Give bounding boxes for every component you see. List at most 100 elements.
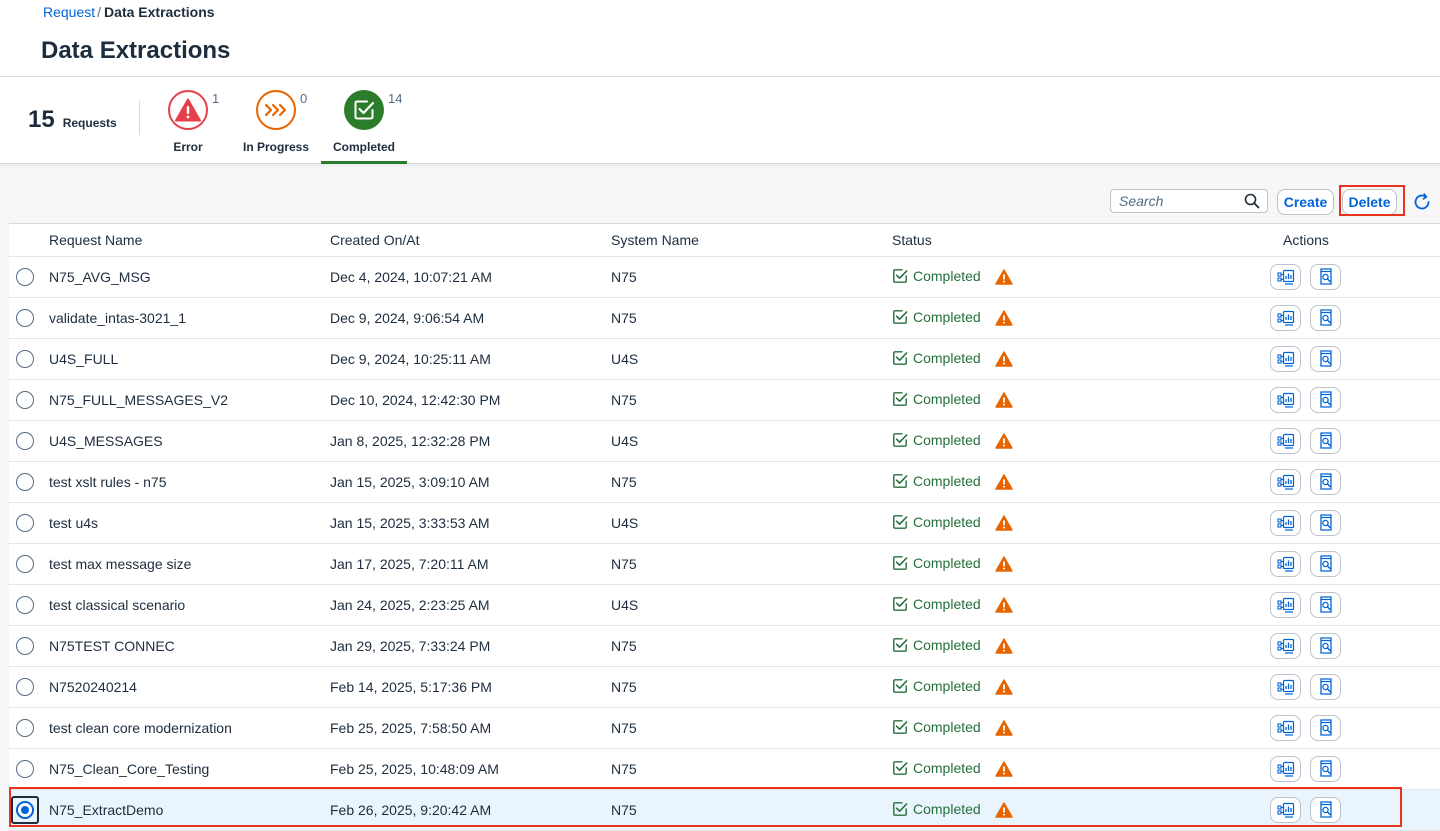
row-select-radio[interactable] (16, 473, 34, 491)
view-analytics-button[interactable] (1270, 346, 1301, 372)
column-header-request-name[interactable]: Request Name (49, 232, 142, 248)
view-analytics-button[interactable] (1270, 551, 1301, 577)
delete-button[interactable]: Delete (1342, 189, 1397, 215)
row-select-radio[interactable] (16, 391, 34, 409)
view-analytics-button[interactable] (1270, 797, 1301, 823)
table-row[interactable]: test classical scenario Jan 24, 2025, 2:… (9, 585, 1440, 626)
warning-icon[interactable] (995, 474, 1013, 490)
column-header-system-name[interactable]: System Name (611, 232, 699, 248)
cell-status: Completed (892, 350, 981, 366)
view-analytics-button[interactable] (1270, 633, 1301, 659)
create-button[interactable]: Create (1277, 189, 1334, 215)
table-row[interactable]: test max message size Jan 17, 2025, 7:20… (9, 544, 1440, 585)
view-details-button[interactable] (1310, 264, 1341, 290)
requests-table: Create Delete Request Name Created On/At… (9, 180, 1440, 831)
row-select-radio[interactable] (16, 555, 34, 573)
view-analytics-button[interactable] (1270, 715, 1301, 741)
table-row[interactable]: N75TEST CONNEC Jan 29, 2025, 7:33:24 PM … (9, 626, 1440, 667)
total-requests-label: Requests (62, 116, 117, 130)
table-row[interactable]: test clean core modernization Feb 25, 20… (9, 708, 1440, 749)
row-select-radio[interactable] (16, 637, 34, 655)
search-icon[interactable] (1244, 193, 1260, 209)
row-select-radio[interactable] (16, 268, 34, 286)
column-header-status[interactable]: Status (892, 232, 932, 248)
refresh-icon[interactable] (1412, 192, 1432, 212)
view-analytics-button[interactable] (1270, 428, 1301, 454)
status-text: Completed (913, 637, 981, 653)
tab-completed[interactable]: 14 Completed (319, 77, 409, 164)
completed-circle (344, 90, 384, 130)
search-field[interactable] (1110, 189, 1268, 213)
table-row[interactable]: N75_ExtractDemo Feb 26, 2025, 9:20:42 AM… (9, 790, 1440, 831)
view-details-button[interactable] (1310, 551, 1341, 577)
status-text: Completed (913, 309, 981, 325)
view-details-button[interactable] (1310, 346, 1341, 372)
warning-icon[interactable] (995, 351, 1013, 367)
view-analytics-button[interactable] (1270, 387, 1301, 413)
view-details-button[interactable] (1310, 715, 1341, 741)
table-row[interactable]: N75_FULL_MESSAGES_V2 Dec 10, 2024, 12:42… (9, 380, 1440, 421)
row-select-radio[interactable] (16, 309, 34, 327)
warning-icon[interactable] (995, 761, 1013, 777)
view-details-button[interactable] (1310, 797, 1341, 823)
warning-icon[interactable] (995, 392, 1013, 408)
view-analytics-button[interactable] (1270, 756, 1301, 782)
view-details-button[interactable] (1310, 756, 1341, 782)
warning-icon[interactable] (995, 433, 1013, 449)
row-select-radio[interactable] (16, 719, 34, 737)
warning-icon[interactable] (995, 597, 1013, 613)
warning-icon[interactable] (995, 515, 1013, 531)
tab-in-progress[interactable]: 0 In Progress (231, 77, 321, 163)
table-row[interactable]: U4S_FULL Dec 9, 2024, 10:25:11 AM U4S Co… (9, 339, 1440, 380)
warning-icon[interactable] (995, 679, 1013, 695)
cell-created-on: Feb 14, 2025, 5:17:36 PM (330, 679, 492, 695)
warning-icon[interactable] (995, 720, 1013, 736)
row-select-radio[interactable] (16, 801, 34, 819)
view-details-button[interactable] (1310, 469, 1341, 495)
view-analytics-button[interactable] (1270, 305, 1301, 331)
warning-icon[interactable] (995, 556, 1013, 572)
row-select-radio[interactable] (16, 760, 34, 778)
column-header-created-on[interactable]: Created On/At (330, 232, 420, 248)
row-select-radio[interactable] (16, 514, 34, 532)
table-row[interactable]: U4S_MESSAGES Jan 8, 2025, 12:32:28 PM U4… (9, 421, 1440, 462)
warning-icon (175, 98, 201, 122)
table-row[interactable]: N75_Clean_Core_Testing Feb 25, 2025, 10:… (9, 749, 1440, 790)
cell-request-name: N7520240214 (49, 679, 137, 695)
row-select-radio[interactable] (16, 432, 34, 450)
view-details-button[interactable] (1310, 674, 1341, 700)
page-header: Request / Data Extractions Data Extraction… (0, 0, 1440, 77)
table-row[interactable]: N75_AVG_MSG Dec 4, 2024, 10:07:21 AM N75… (9, 257, 1440, 298)
view-details-button[interactable] (1310, 305, 1341, 331)
warning-icon[interactable] (995, 269, 1013, 285)
row-select-radio[interactable] (16, 350, 34, 368)
document-search-icon (1319, 555, 1332, 572)
row-select-radio[interactable] (16, 596, 34, 614)
view-analytics-button[interactable] (1270, 592, 1301, 618)
cell-status: Completed (892, 268, 981, 284)
cell-system-name: N75 (611, 638, 637, 654)
warning-icon[interactable] (995, 638, 1013, 654)
status-text: Completed (913, 514, 981, 530)
table-row[interactable]: test xslt rules - n75 Jan 15, 2025, 3:09… (9, 462, 1440, 503)
view-analytics-button[interactable] (1270, 674, 1301, 700)
table-row[interactable]: test u4s Jan 15, 2025, 3:33:53 AM U4S Co… (9, 503, 1440, 544)
table-row[interactable]: N7520240214 Feb 14, 2025, 5:17:36 PM N75… (9, 667, 1440, 708)
breadcrumb-link-request[interactable]: Request (43, 4, 95, 20)
search-input[interactable] (1119, 192, 1239, 210)
view-details-button[interactable] (1310, 510, 1341, 536)
view-analytics-button[interactable] (1270, 264, 1301, 290)
view-details-button[interactable] (1310, 387, 1341, 413)
view-analytics-button[interactable] (1270, 510, 1301, 536)
tab-error[interactable]: 1 Error (143, 77, 233, 163)
table-row[interactable]: validate_intas-3021_1 Dec 9, 2024, 9:06:… (9, 298, 1440, 339)
status-text: Completed (913, 678, 981, 694)
view-details-button[interactable] (1310, 428, 1341, 454)
warning-icon[interactable] (995, 310, 1013, 326)
view-details-button[interactable] (1310, 592, 1341, 618)
row-select-radio[interactable] (16, 678, 34, 696)
tab-in-progress-label: In Progress (242, 140, 310, 154)
warning-icon[interactable] (995, 802, 1013, 818)
view-details-button[interactable] (1310, 633, 1341, 659)
view-analytics-button[interactable] (1270, 469, 1301, 495)
